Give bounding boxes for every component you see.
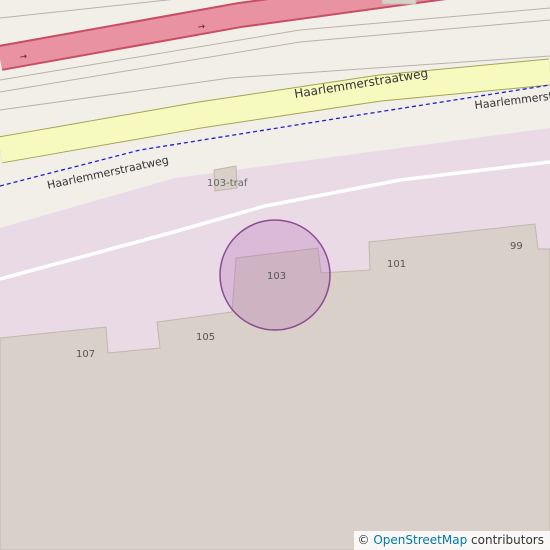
top-edge-building [381,0,417,5]
copyright-icon: © [357,533,370,547]
map-attribution: © OpenStreetMap contributors [353,531,550,550]
map-canvas[interactable]: → → Haarlemmerstraatweg Haarlemmerstraat… [0,0,550,550]
transformer-label: 103-traf [207,178,248,189]
openstreetmap-link[interactable]: OpenStreetMap [373,533,467,547]
house-number-107: 107 [76,349,95,360]
house-number-101: 101 [387,259,406,270]
house-number-103: 103 [267,271,286,282]
map-viewport[interactable]: → → Haarlemmerstraatweg Haarlemmerstraat… [0,0,550,550]
attribution-suffix: contributors [467,533,544,547]
house-number-99: 99 [510,241,523,252]
house-number-105: 105 [196,332,215,343]
